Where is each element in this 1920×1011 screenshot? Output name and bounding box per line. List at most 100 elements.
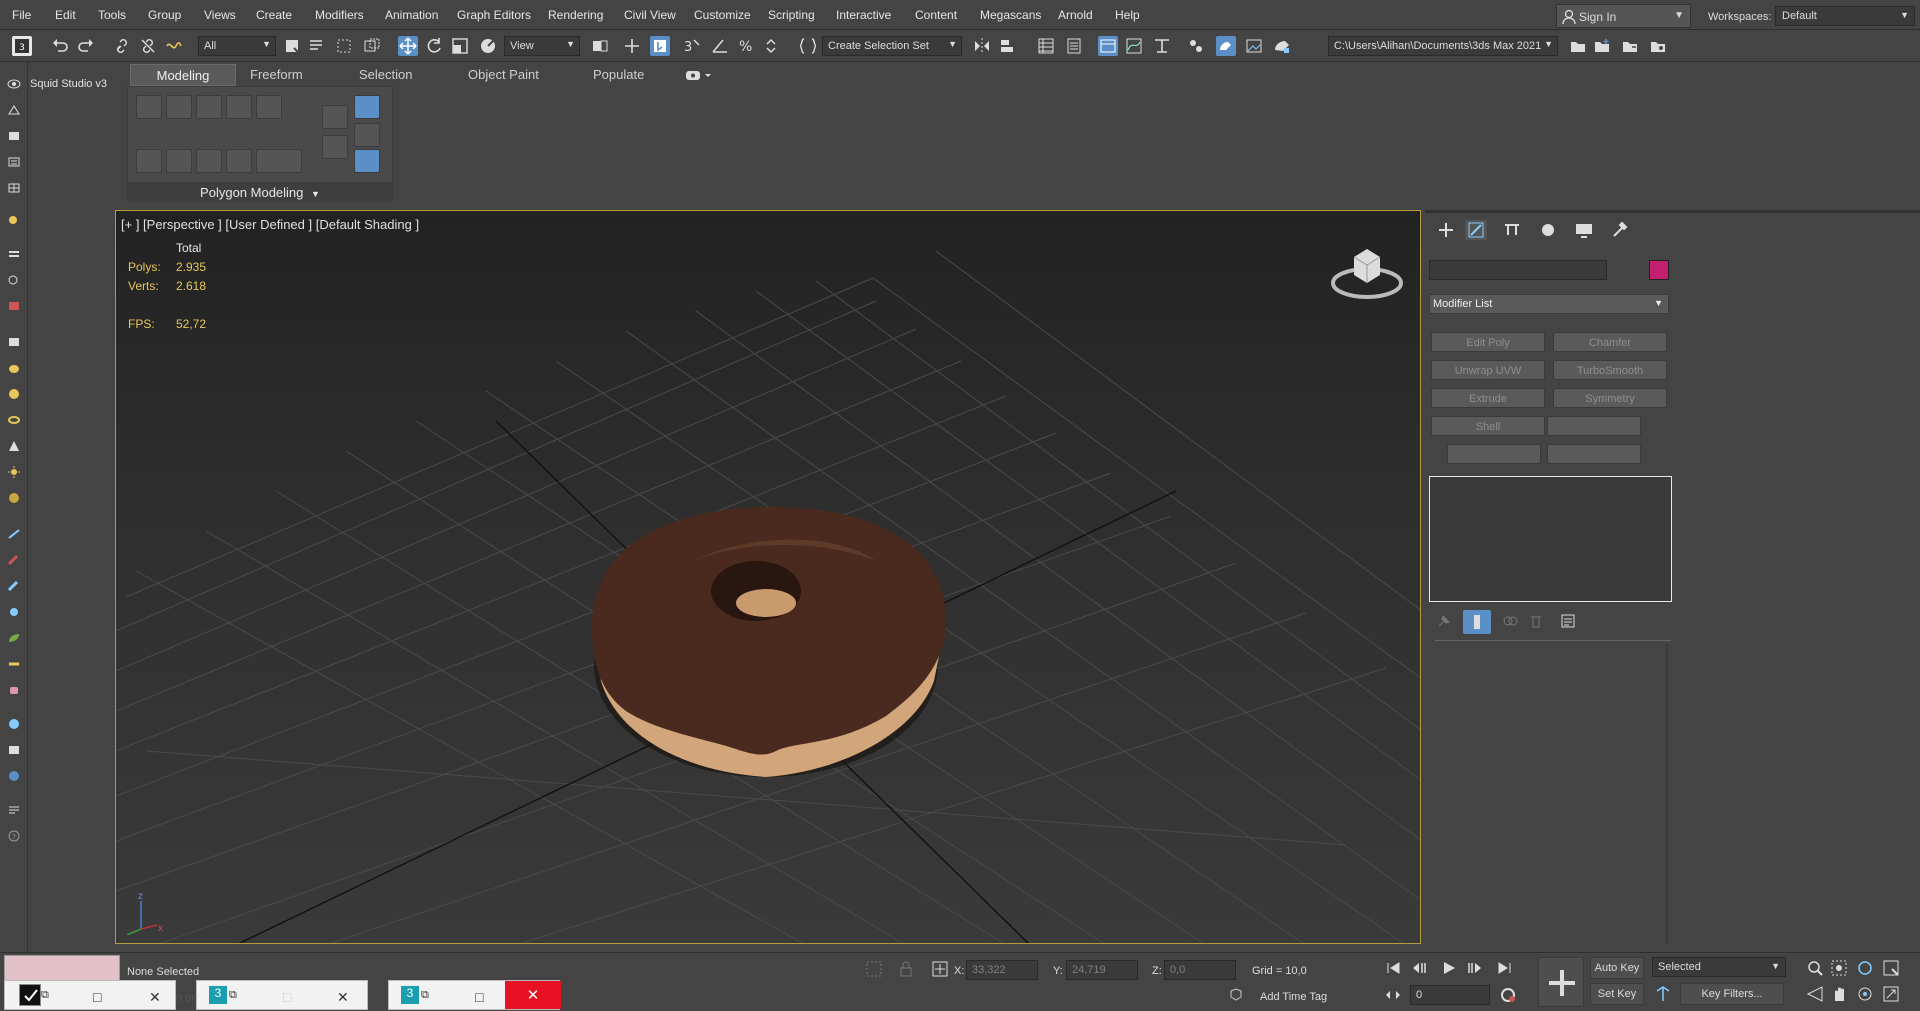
x-coordinate-field[interactable]: 33,322 bbox=[966, 960, 1038, 980]
go-to-start-icon[interactable] bbox=[1384, 959, 1402, 980]
empty-modifier-slot-1[interactable] bbox=[1547, 416, 1641, 436]
shell-button[interactable]: Shell bbox=[1431, 416, 1545, 436]
extrude-button[interactable]: Extrude bbox=[1431, 388, 1545, 408]
maximize-icon[interactable]: □ bbox=[283, 989, 291, 1005]
percent-snap-icon[interactable]: % bbox=[736, 36, 756, 56]
poly-tool-3-icon[interactable] bbox=[196, 95, 222, 119]
project-folder-select[interactable]: C:\Users\Alihan\Documents\3ds Max 2021 ▼ bbox=[1328, 36, 1558, 56]
time-config-icon[interactable] bbox=[1384, 987, 1402, 1006]
move-tool-icon[interactable] bbox=[398, 36, 418, 56]
geosphere-icon[interactable] bbox=[7, 492, 21, 504]
element-mode-icon[interactable] bbox=[354, 149, 380, 173]
maximize-icon[interactable]: □ bbox=[93, 989, 101, 1005]
menu-tools[interactable]: Tools bbox=[98, 8, 126, 22]
zoom-icon[interactable] bbox=[1806, 959, 1824, 980]
globe-icon[interactable] bbox=[7, 718, 21, 730]
scene-explorer-icon[interactable] bbox=[1036, 36, 1056, 56]
place-tool-icon[interactable] bbox=[478, 36, 498, 56]
menu-content[interactable]: Content bbox=[915, 8, 957, 22]
poly-tool-7-icon[interactable] bbox=[166, 149, 192, 173]
tool-icon[interactable] bbox=[7, 606, 21, 618]
select-manipulate-icon[interactable] bbox=[622, 36, 642, 56]
reference-coordinate-select[interactable]: View ▼ bbox=[504, 36, 580, 56]
menu-modifiers[interactable]: Modifiers bbox=[315, 8, 364, 22]
viewport-label[interactable]: [+ ] [Perspective ] [User Defined ] [Def… bbox=[121, 217, 419, 232]
link-icon[interactable] bbox=[112, 36, 132, 56]
restore-icon[interactable]: ⧉ bbox=[229, 989, 237, 1002]
poly-tool-9-icon[interactable] bbox=[226, 149, 252, 173]
polygon-mode-icon[interactable] bbox=[354, 95, 380, 119]
taskbar-window-1[interactable]: ⧉ □ ✕ bbox=[4, 980, 176, 1010]
brush-icon[interactable] bbox=[7, 580, 21, 592]
key-filters-button[interactable]: Key Filters... bbox=[1680, 983, 1784, 1005]
render-icon[interactable] bbox=[7, 770, 21, 782]
rendered-frame-window-icon[interactable] bbox=[1244, 36, 1264, 56]
poly-tool-5-icon[interactable] bbox=[256, 95, 282, 119]
menu-views[interactable]: Views bbox=[204, 8, 236, 22]
modify-tab-icon[interactable] bbox=[1465, 220, 1487, 240]
pan-view-icon[interactable] bbox=[1830, 985, 1848, 1006]
plug-icon[interactable] bbox=[7, 658, 21, 670]
configure-modifier-sets-icon[interactable] bbox=[1559, 612, 1577, 633]
system-icon[interactable] bbox=[7, 300, 21, 312]
redo-icon[interactable] bbox=[76, 36, 96, 56]
project-set-icon[interactable] bbox=[1620, 36, 1640, 56]
panel-scrollbar[interactable] bbox=[1666, 644, 1668, 944]
go-to-end-icon[interactable] bbox=[1496, 959, 1514, 980]
motion-tab-icon[interactable] bbox=[1537, 220, 1559, 240]
close-icon[interactable]: ✕ bbox=[505, 981, 561, 1009]
tab-modeling[interactable]: Modeling bbox=[130, 64, 236, 86]
pivot-center-icon[interactable] bbox=[590, 36, 610, 56]
squid-studio-label[interactable]: Squid Studio v3 bbox=[30, 78, 107, 90]
create-tab-icon[interactable] bbox=[1435, 220, 1457, 240]
render-setup-icon[interactable] bbox=[1216, 36, 1236, 56]
remove-modifier-icon[interactable] bbox=[1527, 612, 1545, 633]
y-coordinate-field[interactable]: 24,719 bbox=[1066, 960, 1138, 980]
key-mode-toggle-icon[interactable] bbox=[1654, 985, 1672, 1006]
grid-icon[interactable] bbox=[7, 182, 21, 194]
batch-icon[interactable] bbox=[7, 804, 21, 816]
empty-modifier-slot-2[interactable] bbox=[1447, 444, 1541, 464]
window-crossing-icon[interactable] bbox=[362, 36, 382, 56]
list-icon[interactable] bbox=[7, 156, 21, 168]
maximize-icon[interactable]: □ bbox=[475, 989, 483, 1005]
previous-frame-icon[interactable] bbox=[1410, 959, 1428, 980]
spacewarp-icon[interactable] bbox=[7, 274, 21, 286]
lock-selection-icon[interactable] bbox=[898, 959, 914, 982]
keyboard-shortcut-override-icon[interactable] bbox=[650, 36, 670, 56]
menu-customize[interactable]: Customize bbox=[694, 8, 751, 22]
render-production-icon[interactable] bbox=[1272, 36, 1292, 56]
helper-icon[interactable] bbox=[7, 248, 21, 260]
isolate-selection-icon[interactable] bbox=[864, 959, 884, 982]
curve-editor-icon[interactable] bbox=[1124, 36, 1144, 56]
poly-tool-10-icon[interactable] bbox=[256, 149, 302, 173]
layer-explorer-icon[interactable] bbox=[1064, 36, 1084, 56]
set-key-button[interactable]: Set Key bbox=[1590, 983, 1644, 1005]
menu-create[interactable]: Create bbox=[256, 8, 292, 22]
angle-snap-icon[interactable] bbox=[710, 36, 730, 56]
poly-tool-8-icon[interactable] bbox=[196, 149, 222, 173]
box-icon[interactable] bbox=[7, 336, 21, 348]
sun-icon[interactable] bbox=[7, 466, 21, 478]
menu-edit[interactable]: Edit bbox=[55, 8, 76, 22]
add-time-tag[interactable]: Add Time Tag bbox=[1260, 991, 1327, 1003]
next-frame-icon[interactable] bbox=[1466, 959, 1484, 980]
pin-stack-icon[interactable] bbox=[1435, 612, 1453, 633]
key-mode-select[interactable]: Selected ▼ bbox=[1652, 957, 1786, 977]
object-name-input[interactable] bbox=[1429, 260, 1607, 280]
snaps-toggle-icon[interactable]: 3 bbox=[682, 36, 702, 56]
named-selection-set-select[interactable]: Create Selection Set ▼ bbox=[822, 36, 962, 56]
maxscript-listener[interactable] bbox=[4, 955, 120, 981]
symmetry-button[interactable]: Symmetry bbox=[1553, 388, 1667, 408]
zoom-all-icon[interactable] bbox=[1830, 959, 1848, 980]
undo-icon[interactable] bbox=[50, 36, 70, 56]
polygon-modeling-dropdown[interactable]: Polygon Modeling ▼ bbox=[127, 182, 393, 202]
set-key-big-button[interactable] bbox=[1538, 957, 1584, 1007]
rotate-tool-icon[interactable] bbox=[424, 36, 444, 56]
object-color-swatch[interactable] bbox=[1649, 260, 1669, 280]
scale-tool-icon[interactable] bbox=[450, 36, 470, 56]
layer-icon[interactable] bbox=[7, 130, 21, 142]
empty-modifier-slot-3[interactable] bbox=[1547, 444, 1641, 464]
field-of-view-icon[interactable] bbox=[1806, 985, 1824, 1006]
close-icon[interactable]: ✕ bbox=[149, 989, 161, 1006]
